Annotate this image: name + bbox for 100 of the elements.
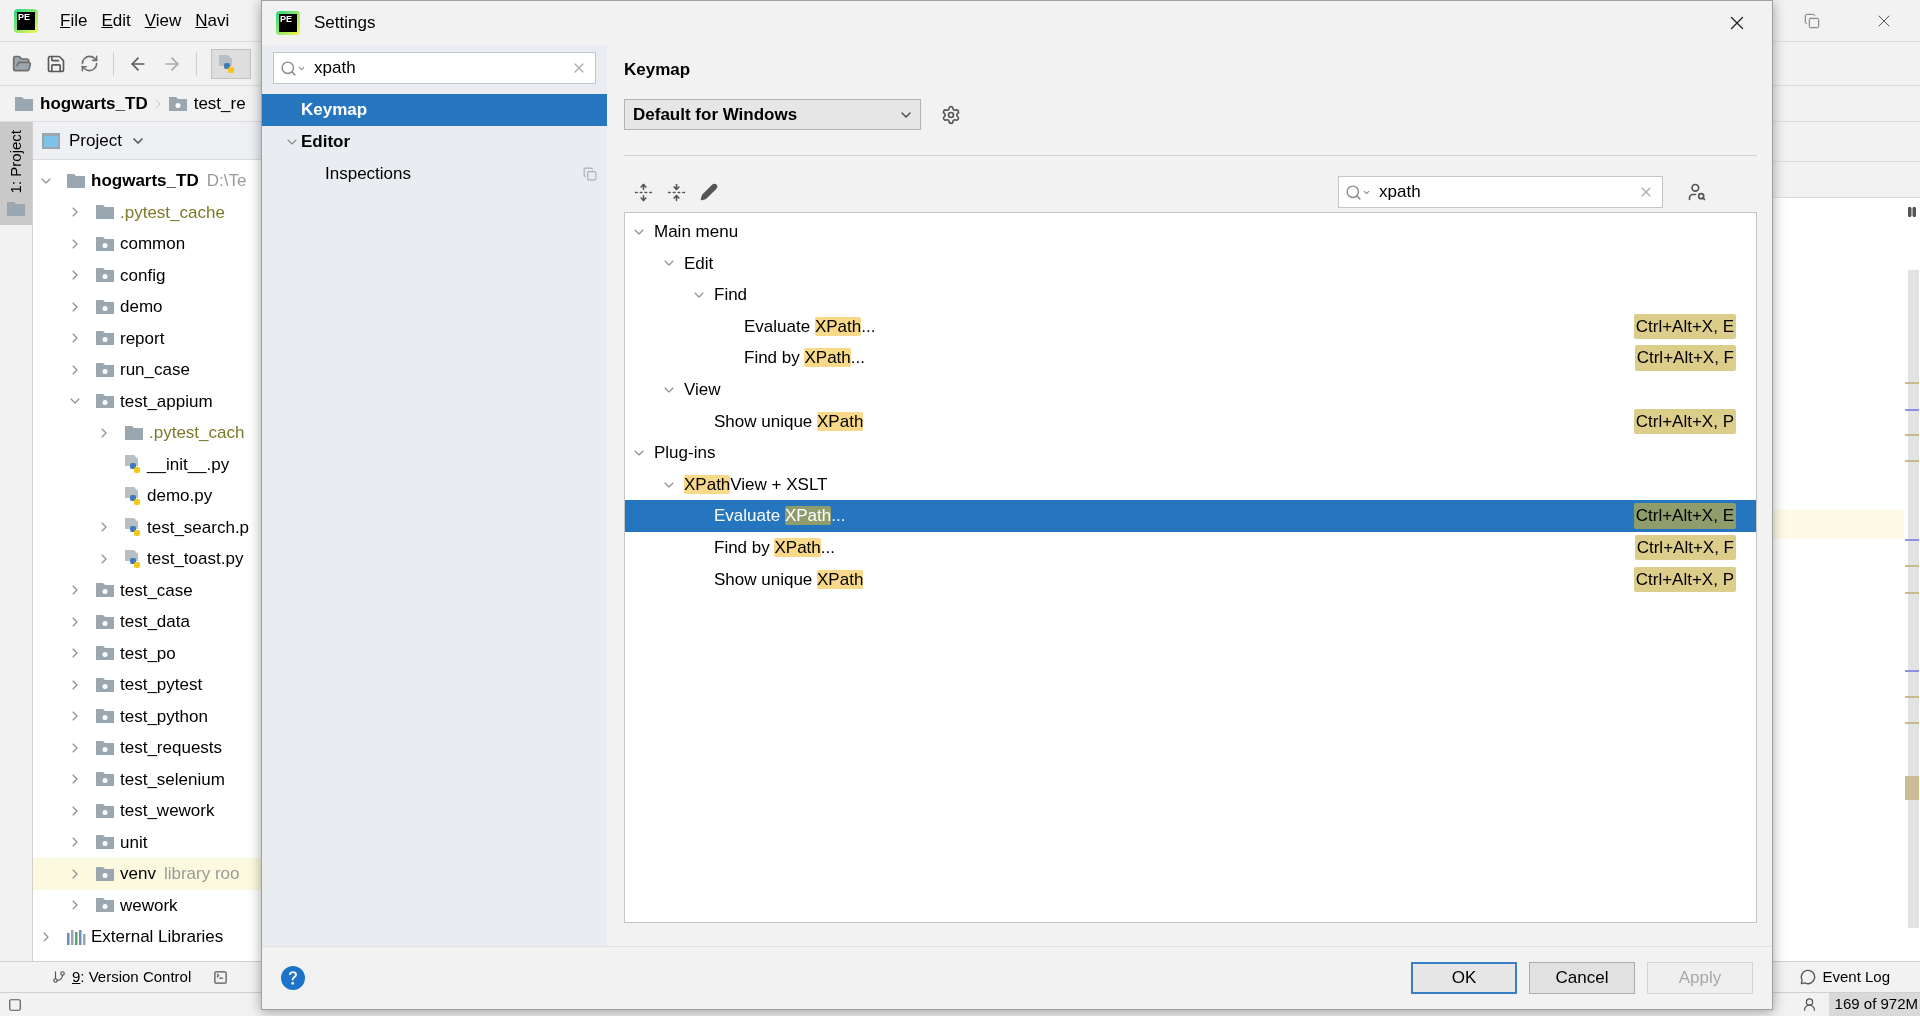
collapse-all-icon[interactable] [667, 182, 686, 202]
menu-item[interactable]: View [144, 7, 182, 34]
folder-icon [95, 361, 115, 378]
folder-icon [95, 897, 115, 914]
action-label[interactable]: Show unique XPath [714, 408, 864, 435]
folder-icon [95, 676, 115, 693]
tree-item-label[interactable]: demo.py [147, 483, 213, 509]
project-tool-tab[interactable]: 1: Project [0, 122, 32, 226]
folder-icon [95, 834, 115, 851]
tree-item-label[interactable]: test_data [120, 609, 190, 635]
app-logo-icon: PE [276, 11, 300, 35]
python-file-icon [124, 454, 142, 475]
action-label[interactable]: Find by XPath... [714, 535, 835, 561]
open-folder-icon[interactable] [12, 53, 32, 74]
pause-icon[interactable] [1906, 206, 1918, 218]
help-icon[interactable] [281, 966, 305, 990]
search-icon [1345, 183, 1371, 201]
settings-nav-item[interactable]: Editor [262, 126, 607, 158]
user-icon[interactable] [1801, 997, 1817, 1012]
tree-item-label[interactable]: __init__.py [147, 451, 230, 477]
event-log-tab[interactable]: Event Log [1822, 965, 1890, 989]
tree-item-label[interactable]: test_appium [120, 388, 213, 414]
settings-nav-item[interactable]: Keymap [262, 94, 607, 126]
keymap-dropdown[interactable]: Default for Windows [624, 99, 921, 130]
menu-item[interactable]: Edit [101, 7, 131, 34]
action-label[interactable]: XPathView + XSLT [684, 471, 828, 498]
settings-nav-item[interactable]: Inspections [262, 158, 607, 190]
tree-item-label[interactable]: run_case [120, 357, 190, 383]
folder-icon [95, 613, 115, 630]
folder-icon [14, 95, 34, 112]
tree-item-label[interactable]: test_pytest [120, 672, 203, 698]
tool-windows-icon[interactable] [8, 997, 22, 1012]
keyboard-shortcut: Ctrl+Alt+X, E [1633, 503, 1736, 529]
run-config-selector[interactable] [211, 48, 251, 79]
action-label[interactable]: Edit [684, 250, 714, 277]
action-label[interactable]: Evaluate XPath... [714, 503, 846, 529]
keyboard-shortcut: Ctrl+Alt+X, F [1634, 345, 1736, 371]
path-hint: library roo [163, 863, 240, 885]
tree-item-label[interactable]: test_toast.py [147, 546, 244, 572]
memory-indicator[interactable]: 169 of 972M [1828, 992, 1920, 1016]
folder-icon [6, 201, 26, 218]
dialog-button[interactable]: Cancel [1529, 962, 1635, 994]
save-icon[interactable] [46, 53, 66, 74]
folder-icon [95, 865, 115, 882]
page-title: Keymap [624, 59, 692, 81]
edit-icon[interactable] [700, 183, 718, 201]
tree-item-label[interactable]: report [120, 325, 165, 351]
action-label[interactable]: Evaluate XPath... [744, 313, 876, 340]
python-file-icon [124, 517, 142, 538]
terminal-icon[interactable] [213, 969, 229, 985]
tree-item-label[interactable]: common [120, 231, 186, 257]
tree-item-label[interactable]: unit [120, 829, 148, 855]
tree-item-label[interactable]: config [120, 262, 166, 288]
tree-item-label[interactable]: test_selenium [120, 766, 225, 792]
tree-item-label[interactable]: test_search.p [147, 514, 250, 540]
restore-window-icon[interactable] [1804, 12, 1820, 29]
search-field[interactable]: xpath [273, 52, 596, 84]
folder-icon [95, 298, 115, 315]
action-label[interactable]: Find by XPath... [744, 345, 865, 371]
tree-item-label[interactable]: test_requests [120, 735, 223, 761]
folder-icon [95, 235, 115, 252]
action-label[interactable]: Show unique XPath [714, 566, 864, 593]
path-hint: D:\Te [206, 170, 247, 192]
filter-field[interactable]: xpath [1338, 176, 1663, 208]
folder-icon [95, 771, 115, 788]
tree-item-label[interactable]: test_python [120, 703, 208, 729]
tree-item-label[interactable]: test_po [120, 640, 176, 666]
sync-icon[interactable] [80, 54, 99, 73]
menu-item[interactable]: File [60, 7, 88, 34]
menu-item[interactable]: Navi [195, 7, 230, 34]
python-file-icon [124, 548, 142, 569]
tree-item-label[interactable]: .pytest_cach [149, 420, 245, 446]
breadcrumb-item[interactable]: test_re [193, 90, 246, 117]
folder-icon [95, 204, 115, 221]
tree-item-label[interactable]: test_wework [120, 798, 215, 824]
tree-item-label[interactable]: hogwarts_TD [91, 168, 199, 194]
libraries-icon [66, 928, 86, 945]
tool-window-tab[interactable]: 9: Version Control [72, 965, 192, 989]
tree-item-label[interactable]: .pytest_cache [120, 199, 225, 225]
tree-item-label[interactable]: demo [120, 294, 163, 320]
find-shortcut-icon[interactable] [1687, 182, 1707, 202]
action-label[interactable]: Main menu [654, 219, 739, 245]
keyboard-shortcut: Ctrl+Alt+X, E [1633, 313, 1736, 340]
event-log-icon[interactable] [1800, 969, 1817, 985]
tree-item-label[interactable]: test_case [120, 577, 193, 603]
action-label[interactable]: Plug-ins [654, 440, 716, 466]
panel-title: Project [69, 129, 122, 152]
action-label[interactable]: View [684, 377, 721, 403]
settings-icon[interactable] [941, 104, 961, 125]
expand-all-icon[interactable] [634, 182, 653, 202]
selected-row[interactable]: Evaluate XPath... Ctrl+Alt+X, E [625, 500, 1756, 532]
tree-item-label[interactable]: External Libraries [91, 924, 224, 950]
breadcrumb-item[interactable]: hogwarts_TD [40, 90, 148, 117]
tree-item-label[interactable]: venv [120, 861, 156, 887]
folder-icon [95, 582, 115, 599]
action-label[interactable]: Find [714, 282, 748, 308]
tree-item-label[interactable]: wework [120, 892, 178, 918]
folder-icon [167, 95, 188, 112]
keyboard-shortcut: Ctrl+Alt+X, P [1633, 408, 1736, 435]
dialog-button[interactable]: OK [1411, 962, 1517, 994]
